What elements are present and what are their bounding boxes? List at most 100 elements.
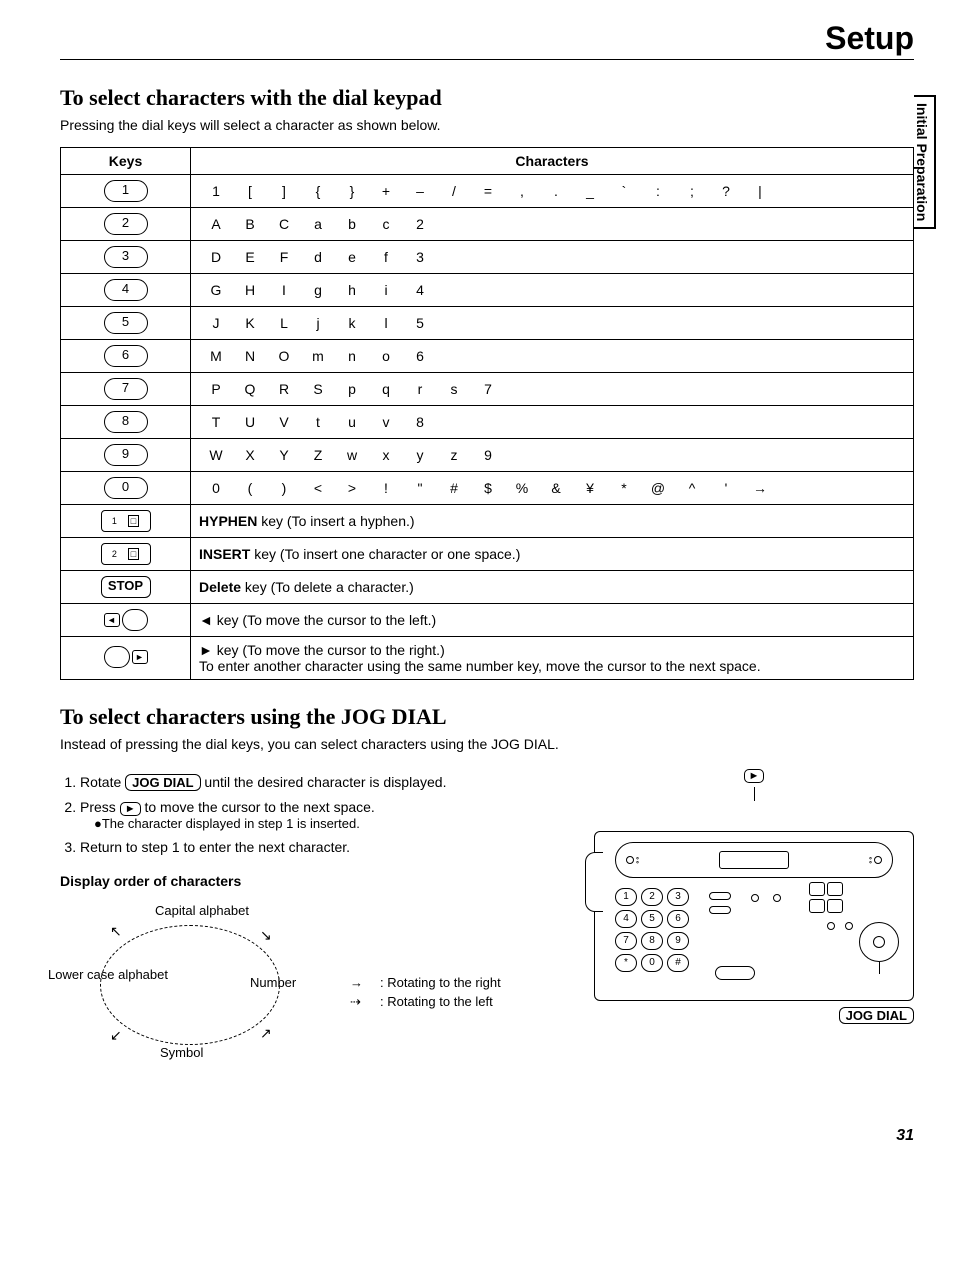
char-cell: p — [335, 381, 369, 397]
cycle-legend: →: Rotating to the right ⇢: Rotating to … — [350, 971, 501, 1014]
device-key-#: # — [667, 954, 689, 972]
char-cell: z — [437, 447, 471, 463]
char-cell: y — [403, 447, 437, 463]
char-cell: q — [369, 381, 403, 397]
insert-key: 2 □ — [61, 538, 191, 571]
keypad-key-1: 1 — [104, 180, 148, 202]
page-number: 31 — [60, 1127, 914, 1145]
char-cell: h — [335, 282, 369, 298]
char-cell: l — [369, 315, 403, 331]
keypad-key-0: 0 — [104, 477, 148, 499]
cycle-left: Lower case alphabet — [48, 967, 168, 982]
char-cell: j — [301, 315, 335, 331]
char-cell: X — [233, 447, 267, 463]
char-cell: c — [369, 216, 403, 232]
char-cell: w — [335, 447, 369, 463]
char-cell: } — [335, 183, 369, 199]
device-key-1: 1 — [615, 888, 637, 906]
char-cell: D — [199, 249, 233, 265]
char-cell: S — [301, 381, 335, 397]
play-button-icon: ► — [120, 802, 141, 816]
char-cell: ^ — [675, 480, 709, 496]
dashed-arrow-icon: ⇢ — [350, 994, 380, 1010]
keypad-key-5: 5 — [104, 312, 148, 334]
key-description: key (To insert a hyphen.) — [257, 513, 414, 529]
char-cell: → — [743, 480, 777, 496]
char-cell: N — [233, 348, 267, 364]
char-cell: & — [539, 480, 573, 496]
char-cell: W — [199, 447, 233, 463]
keypad-key-4: 4 — [104, 279, 148, 301]
char-cell: | — [743, 183, 777, 199]
char-cell: O — [267, 348, 301, 364]
led-icon — [773, 894, 781, 902]
char-cell: _ — [573, 183, 607, 199]
char-cell: ¥ — [573, 480, 607, 496]
step-item: Rotate JOG DIAL until the desired charac… — [80, 774, 564, 791]
char-cell: B — [233, 216, 267, 232]
char-cell: , — [505, 183, 539, 199]
char-cell: 9 — [471, 447, 505, 463]
char-cell: . — [539, 183, 573, 199]
th-characters: Characters — [191, 148, 914, 175]
char-cell: u — [335, 414, 369, 430]
char-cell: o — [369, 348, 403, 364]
keypad-key-7: 7 — [104, 378, 148, 400]
char-cell: { — [301, 183, 335, 199]
char-cell: t — [301, 414, 335, 430]
char-cell: Z — [301, 447, 335, 463]
char-cell: J — [199, 315, 233, 331]
char-cell: a — [301, 216, 335, 232]
button-icon — [709, 906, 731, 914]
char-cell: % — [505, 480, 539, 496]
char-cell: K — [233, 315, 267, 331]
device-key-3: 3 — [667, 888, 689, 906]
page-title: Setup — [60, 20, 914, 60]
char-cell: Q — [233, 381, 267, 397]
char-cell: ? — [709, 183, 743, 199]
jog-dial-icon — [859, 922, 899, 962]
device-screen — [719, 851, 789, 869]
char-cell: 3 — [403, 249, 437, 265]
cycle-top: Capital alphabet — [155, 903, 249, 918]
arrow-icon: ↖ — [110, 923, 122, 940]
button-icon — [715, 966, 755, 980]
legend-right: : Rotating to the right — [380, 975, 501, 990]
hyphen-key: 1 □ — [61, 505, 191, 538]
char-cell: ' — [709, 480, 743, 496]
step-item: Return to step 1 to enter the next chara… — [80, 839, 564, 855]
device-key-2: 2 — [641, 888, 663, 906]
device-key-0: 0 — [641, 954, 663, 972]
cycle-diagram: Capital alphabet Lower case alphabet Num… — [60, 907, 330, 1077]
char-cell: k — [335, 315, 369, 331]
led-icon — [751, 894, 759, 902]
char-cell: – — [403, 183, 437, 199]
char-cell: T — [199, 414, 233, 430]
char-cell: x — [369, 447, 403, 463]
char-cell: U — [233, 414, 267, 430]
char-cell: : — [641, 183, 675, 199]
char-cell: Y — [267, 447, 301, 463]
char-cell: ! — [369, 480, 403, 496]
keypad-key-6: 6 — [104, 345, 148, 367]
char-cell: ] — [267, 183, 301, 199]
key-description: key (To move the cursor to the left.) — [213, 612, 436, 628]
char-cell: I — [267, 282, 301, 298]
device-key-9: 9 — [667, 932, 689, 950]
char-cell: f — [369, 249, 403, 265]
char-cell: E — [233, 249, 267, 265]
arrow-icon: ↘ — [260, 927, 272, 944]
key-description: key (To move the cursor to the right.) T… — [199, 642, 761, 674]
device-key-4: 4 — [615, 910, 637, 928]
char-cell: + — [369, 183, 403, 199]
char-cell: g — [301, 282, 335, 298]
char-cell: V — [267, 414, 301, 430]
char-cell: G — [199, 282, 233, 298]
char-cell: [ — [233, 183, 267, 199]
char-cell: P — [199, 381, 233, 397]
side-tab-label: Initial Preparation — [914, 95, 936, 229]
step-sub-note: ●The character displayed in step 1 is in… — [94, 816, 564, 831]
char-cell: ( — [233, 480, 267, 496]
char-cell: A — [199, 216, 233, 232]
step-item: Press ► to move the cursor to the next s… — [80, 799, 564, 831]
